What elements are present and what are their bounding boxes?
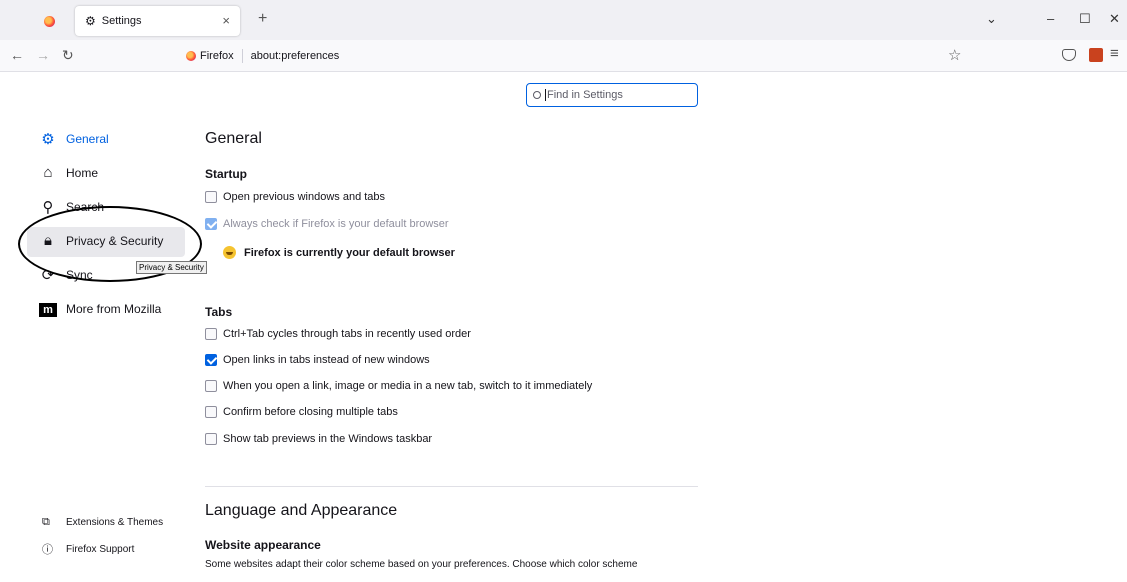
checkbox[interactable] (205, 354, 217, 366)
tabs-heading: Tabs (205, 305, 233, 319)
tab-title: Settings (101, 15, 142, 27)
text-caret (545, 89, 546, 101)
sidebar-item-label: General (66, 132, 109, 146)
extension-icon[interactable] (1089, 48, 1103, 62)
checkbox-label: Confirm before closing multiple tabs (223, 406, 398, 418)
footer-link-label: Extensions & Themes (66, 517, 164, 528)
open-previous-checkbox[interactable]: Open previous windows and tabs (205, 191, 385, 203)
firefox-support-link[interactable]: ⓘ Firefox Support (42, 541, 134, 557)
checkbox[interactable] (205, 191, 217, 203)
sidebar-item-label: More from Mozilla (66, 301, 162, 316)
help-icon: ⓘ (42, 544, 53, 556)
search-placeholder: Find in Settings (547, 89, 623, 101)
url-text[interactable]: about:preferences (251, 50, 340, 62)
maximize-button[interactable]: ☐ (1079, 11, 1091, 27)
search-input[interactable]: Find in Settings (526, 83, 698, 107)
new-tab-button[interactable]: + (258, 10, 267, 28)
language-appearance-heading: Language and Appearance (205, 502, 398, 519)
checkbox-label: Open previous windows and tabs (223, 191, 386, 203)
page-title: General (205, 130, 262, 147)
smiley-icon (223, 246, 236, 259)
tab-strip: ⚙ Settings × + ⌄ – ☐ ✕ (0, 0, 1127, 40)
close-window-button[interactable]: ✕ (1109, 11, 1120, 27)
checkbox[interactable] (205, 380, 217, 392)
navigation-toolbar: ← → ↻ Firefox about:preferences ☆ ≡ (0, 40, 1127, 72)
status-text: Firefox is currently your default browse… (244, 246, 455, 259)
confirm-close-checkbox[interactable]: Confirm before closing multiple tabs (205, 406, 398, 418)
puzzle-icon: ⧉ (42, 516, 50, 528)
minimize-button[interactable]: – (1047, 11, 1054, 26)
sidebar-item-more-from-mozilla[interactable]: m More from Mozilla (38, 300, 161, 317)
app-menu-icon[interactable]: ≡ (1110, 45, 1119, 62)
startup-heading: Startup (205, 167, 247, 181)
checkbox-label: Ctrl+Tab cycles through tabs in recently… (223, 328, 471, 340)
gear-icon: ⚙ (85, 14, 96, 28)
tooltip: Privacy & Security (136, 261, 207, 274)
taskbar-previews-checkbox[interactable]: Show tab previews in the Windows taskbar (205, 433, 432, 445)
checkbox-label: Show tab previews in the Windows taskbar (223, 433, 433, 445)
firefox-view-icon[interactable] (44, 16, 55, 27)
divider (241, 49, 243, 63)
list-all-tabs-icon[interactable]: ⌄ (986, 11, 997, 27)
search-icon (533, 91, 541, 99)
sidebar-item-general[interactable]: ⚙ General (38, 130, 109, 148)
check-default-checkbox: Always check if Firefox is your default … (205, 218, 449, 230)
checkbox[interactable] (205, 328, 217, 340)
pocket-icon[interactable] (1062, 49, 1076, 61)
sidebar-item-home[interactable]: ⌂ Home (38, 164, 98, 181)
checkbox[interactable] (205, 406, 217, 418)
preferences-page: Find in Settings ⚙ General ⌂ Home ⚲ Sear… (0, 72, 1127, 582)
footer-link-label: Firefox Support (66, 543, 135, 555)
url-bar[interactable]: Firefox about:preferences (178, 43, 972, 69)
reload-icon[interactable]: ↻ (62, 47, 74, 64)
default-browser-status: Firefox is currently your default browse… (223, 246, 455, 259)
section-divider (205, 486, 698, 487)
tab-settings[interactable]: ⚙ Settings × (75, 6, 240, 36)
home-icon: ⌂ (43, 164, 53, 181)
checkbox (205, 218, 217, 230)
sidebar-item-label: Home (66, 165, 99, 180)
checkbox[interactable] (205, 433, 217, 445)
mozilla-logo: m (38, 300, 58, 317)
forward-arrow-icon[interactable]: → (36, 47, 50, 63)
checkbox-label: Open links in tabs instead of new window… (223, 354, 430, 366)
extensions-themes-link[interactable]: ⧉ Extensions & Themes (42, 516, 163, 529)
ctrl-tab-checkbox[interactable]: Ctrl+Tab cycles through tabs in recently… (205, 328, 471, 340)
back-arrow-icon[interactable]: ← (10, 47, 24, 63)
close-tab-icon[interactable]: × (222, 13, 230, 28)
firefox-icon (186, 51, 196, 61)
gear-icon: ⚙ (41, 131, 55, 148)
switch-to-new-tab-checkbox[interactable]: When you open a link, image or media in … (205, 380, 592, 392)
open-links-in-tabs-checkbox[interactable]: Open links in tabs instead of new window… (205, 354, 430, 366)
website-appearance-description: Some websites adapt their color scheme b… (205, 559, 638, 570)
identity-label: Firefox (200, 50, 234, 62)
bookmark-star-icon[interactable]: ☆ (948, 46, 961, 64)
website-appearance-heading: Website appearance (205, 538, 321, 552)
checkbox-label: When you open a link, image or media in … (223, 380, 593, 392)
checkbox-label: Always check if Firefox is your default … (223, 218, 449, 230)
